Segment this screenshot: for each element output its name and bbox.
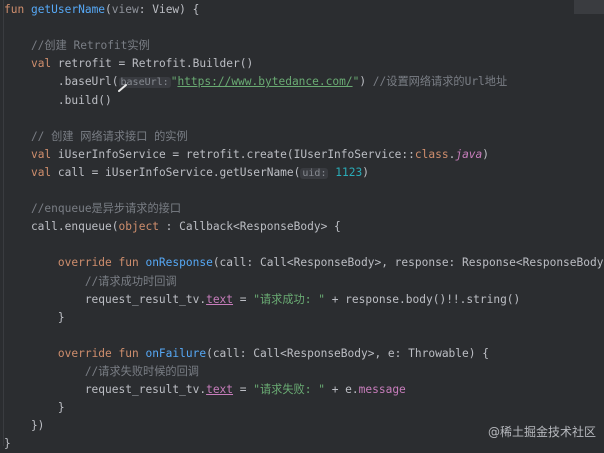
code-line[interactable]: //创建 Retrofit实例 bbox=[4, 37, 150, 55]
code-token: + response.body()!!.string() bbox=[324, 292, 521, 306]
code-line[interactable]: val retrofit = Retrofit.Builder() bbox=[4, 55, 253, 73]
code-token: text bbox=[206, 383, 234, 397]
code-line[interactable]: } bbox=[4, 435, 11, 453]
code-token: override fun bbox=[57, 256, 146, 270]
code-token: //设置网络请求的Url地址 bbox=[372, 75, 508, 89]
code-token: view bbox=[111, 3, 139, 16]
code-line[interactable]: //请求失败时候的回调 bbox=[4, 363, 199, 381]
code-token: text bbox=[206, 292, 234, 306]
code-token: onFailure bbox=[145, 346, 207, 360]
code-line[interactable]: //请求成功时回调 bbox=[4, 273, 177, 291]
code-token: java bbox=[455, 147, 483, 161]
code-token: //请求成功时回调 bbox=[4, 274, 177, 288]
code-line[interactable]: }) bbox=[4, 417, 44, 435]
code-token: onResponse bbox=[145, 256, 213, 270]
code-line[interactable]: .build() bbox=[4, 92, 112, 110]
code-line[interactable]: //enqueue是异步请求的接口 bbox=[4, 200, 181, 218]
code-token: } bbox=[4, 401, 65, 415]
code-token: (call: Call<ResponseBody>, e: Throwable)… bbox=[206, 346, 489, 360]
code-token: override fun bbox=[57, 346, 146, 360]
code-line[interactable]: val iUserInfoService = retrofit.create(I… bbox=[4, 146, 489, 164]
code-line[interactable]: // 创建 网络请求接口 的实例 bbox=[4, 128, 188, 146]
code-token: call = iUserInfoService.getUserName( bbox=[57, 165, 301, 179]
code-token: ) bbox=[362, 165, 369, 179]
code-token: ) bbox=[482, 147, 490, 161]
watermark-text: @稀土掘金技术社区 bbox=[487, 425, 596, 439]
code-token: request_result_tv. bbox=[4, 292, 207, 306]
code-line[interactable]: call.enqueue(object : Callback<ResponseB… bbox=[4, 218, 341, 236]
code-token: message bbox=[358, 383, 406, 397]
code-token: + e. bbox=[324, 383, 359, 397]
code-token: fun bbox=[4, 3, 31, 16]
code-token: .build() bbox=[4, 93, 112, 107]
code-line[interactable]: override fun onFailure(call: Call<Respon… bbox=[4, 345, 489, 363]
code-token: .baseUrl( bbox=[4, 75, 119, 89]
code-token: val bbox=[30, 165, 58, 179]
code-token: getUserName bbox=[30, 3, 106, 16]
editor-corner-panel bbox=[574, 0, 604, 14]
code-token: : Callback<ResponseBody> { bbox=[158, 220, 341, 234]
code-line[interactable]: val call = iUserInfoService.getUserName(… bbox=[4, 164, 369, 182]
code-editor[interactable]: fun getUserName(view: View) { //创建 Retro… bbox=[0, 0, 604, 450]
code-token: //enqueue是异步请求的接口 bbox=[4, 202, 182, 216]
code-token: } bbox=[4, 310, 65, 324]
code-token: object bbox=[118, 220, 159, 234]
code-line[interactable]: } bbox=[4, 309, 65, 327]
code-line[interactable]: request_result_tv.text = "请求失败: " + e.me… bbox=[4, 381, 406, 399]
code-token: https://www.bytedance.com/ bbox=[177, 75, 353, 89]
code-line[interactable]: .baseUrl(baseUrl: "https://www.bytedance.… bbox=[4, 73, 507, 91]
code-token: val bbox=[30, 57, 58, 71]
code-token: "请求失败: " bbox=[253, 383, 325, 397]
code-token: = bbox=[233, 383, 254, 397]
parameter-hint: uid: bbox=[300, 167, 329, 179]
code-line[interactable]: override fun onResponse(call: Call<Respo… bbox=[4, 254, 604, 272]
code-token: = bbox=[233, 292, 254, 306]
code-line[interactable]: fun getUserName(view: View) { bbox=[4, 1, 199, 19]
code-token: //请求失败时候的回调 bbox=[4, 365, 199, 378]
code-token: request_result_tv. bbox=[4, 383, 207, 397]
code-token: // 创建 网络请求接口 的实例 bbox=[4, 129, 188, 143]
code-token: }) bbox=[4, 419, 45, 433]
code-token: : View) { bbox=[138, 3, 200, 16]
code-token: (call: Call<ResponseBody>, response: Res… bbox=[212, 256, 604, 270]
code-token: //创建 Retrofit实例 bbox=[4, 39, 150, 53]
code-line[interactable]: } bbox=[4, 399, 65, 417]
code-token: ) bbox=[359, 75, 373, 89]
code-token: ( bbox=[105, 3, 112, 16]
code-line[interactable]: request_result_tv.text = "请求成功: " + resp… bbox=[4, 291, 520, 309]
code-token: } bbox=[4, 437, 11, 451]
code-token: 1123 bbox=[335, 165, 363, 179]
code-token: call.enqueue( bbox=[4, 220, 119, 234]
code-token: class bbox=[414, 147, 449, 161]
code-token: retrofit = Retrofit.Builder() bbox=[57, 57, 254, 71]
mouse-cursor-icon bbox=[118, 84, 127, 92]
code-token: "请求成功: " bbox=[253, 292, 325, 306]
code-token: iUserInfoService = retrofit.create(IUser… bbox=[57, 147, 415, 161]
code-token: val bbox=[30, 147, 58, 161]
